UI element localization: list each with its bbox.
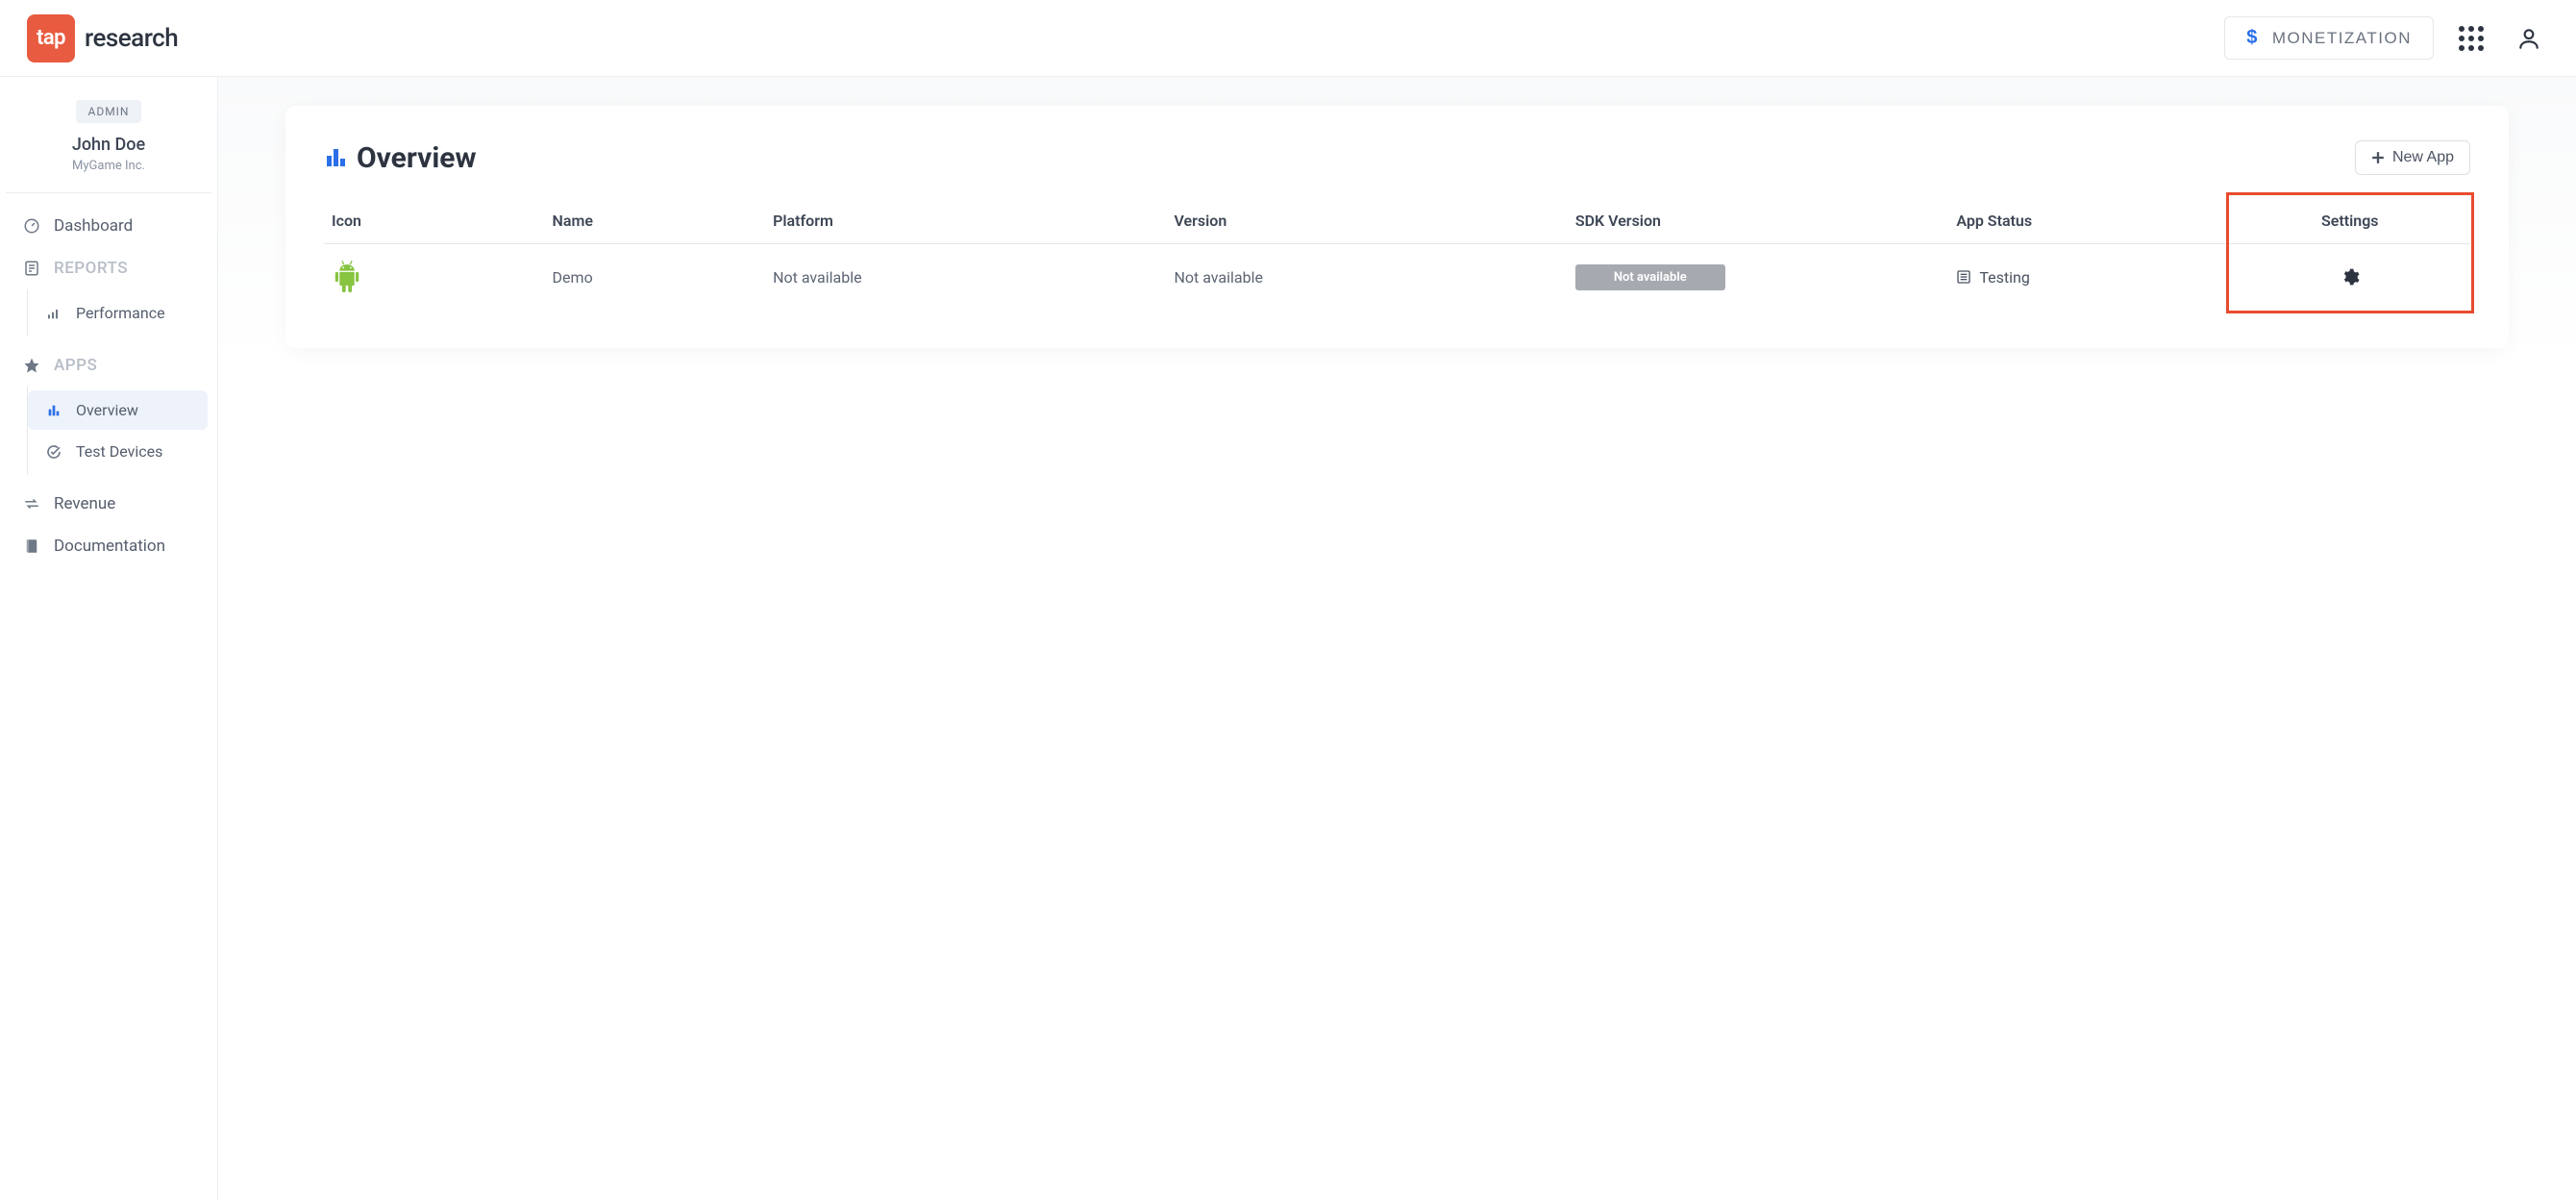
brand-logo[interactable]: tap research <box>27 14 178 62</box>
cell-app-status: Testing <box>1948 244 2229 311</box>
brand-name: research <box>85 24 178 53</box>
table-row: Demo Not available Not available Not ava… <box>324 244 2470 311</box>
grid-icon <box>2459 26 2484 51</box>
plus-icon <box>2371 151 2385 164</box>
cell-settings <box>2230 244 2471 311</box>
overview-card: Overview New App Icon Name Platform Vers… <box>285 106 2509 348</box>
col-sdk-version: SDK Version <box>1568 198 1949 244</box>
cell-platform: Not available <box>765 244 1166 311</box>
monetization-label: MONETIZATION <box>2272 29 2412 48</box>
account-button[interactable] <box>2509 18 2549 59</box>
nav-label: Dashboard <box>54 216 133 236</box>
nav-section-reports: REPORTS <box>0 247 217 289</box>
gauge-icon <box>23 217 40 235</box>
col-version: Version <box>1166 198 1567 244</box>
book-icon <box>23 538 40 555</box>
person-icon <box>2516 26 2541 51</box>
brand-mark: tap <box>27 14 75 62</box>
chart-icon <box>45 403 62 418</box>
android-icon <box>332 260 537 294</box>
cell-name: Demo <box>545 244 766 311</box>
signal-icon <box>45 306 62 321</box>
nav-section-apps: APPS <box>0 344 217 387</box>
user-name: John Doe <box>25 135 192 155</box>
col-name: Name <box>545 198 766 244</box>
settings-button[interactable] <box>2238 267 2464 287</box>
apps-table: Icon Name Platform Version SDK Version A… <box>324 198 2470 310</box>
check-circle-icon <box>45 444 62 460</box>
page-title: Overview <box>357 141 477 175</box>
main-content: Overview New App Icon Name Platform Vers… <box>218 77 2576 1200</box>
app-switcher-button[interactable] <box>2451 18 2491 59</box>
col-settings: Settings <box>2230 198 2471 244</box>
company-name: MyGame Inc. <box>25 159 192 173</box>
col-app-status: App Status <box>1948 198 2229 244</box>
nav-performance[interactable]: Performance <box>28 293 208 333</box>
top-bar: tap research $ MONETIZATION <box>0 0 2576 77</box>
user-block: ADMIN John Doe MyGame Inc. <box>6 92 211 193</box>
col-platform: Platform <box>765 198 1166 244</box>
sidebar: ADMIN John Doe MyGame Inc. Dashboard REP… <box>0 77 218 1200</box>
chart-icon <box>324 146 347 169</box>
nav-label: Performance <box>76 304 165 322</box>
new-app-button[interactable]: New App <box>2355 140 2470 175</box>
sdk-pill: Not available <box>1575 264 1725 290</box>
col-icon: Icon <box>324 198 545 244</box>
dollar-icon: $ <box>2246 27 2259 49</box>
monetization-button[interactable]: $ MONETIZATION <box>2224 16 2434 60</box>
list-icon <box>1956 269 1971 285</box>
transfer-icon <box>23 495 40 512</box>
nav-section-label: REPORTS <box>54 259 128 278</box>
cell-icon <box>324 244 545 311</box>
cell-version: Not available <box>1166 244 1567 311</box>
nav-dashboard[interactable]: Dashboard <box>0 205 217 247</box>
star-icon <box>23 357 40 374</box>
new-app-label: New App <box>2392 149 2454 166</box>
nav-label: Documentation <box>54 537 165 556</box>
admin-badge: ADMIN <box>76 100 140 123</box>
nav-test-devices[interactable]: Test Devices <box>28 432 208 471</box>
status-label: Testing <box>1979 268 2029 287</box>
nav-overview[interactable]: Overview <box>28 390 208 430</box>
report-icon <box>23 260 40 277</box>
nav-label: Revenue <box>54 494 115 513</box>
nav-section-label: APPS <box>54 356 97 375</box>
cell-sdk-version: Not available <box>1568 244 1949 311</box>
nav-label: Test Devices <box>76 442 162 461</box>
nav-label: Overview <box>76 401 138 419</box>
nav-documentation[interactable]: Documentation <box>0 525 217 567</box>
gear-icon <box>2341 267 2360 287</box>
nav-revenue[interactable]: Revenue <box>0 483 217 525</box>
